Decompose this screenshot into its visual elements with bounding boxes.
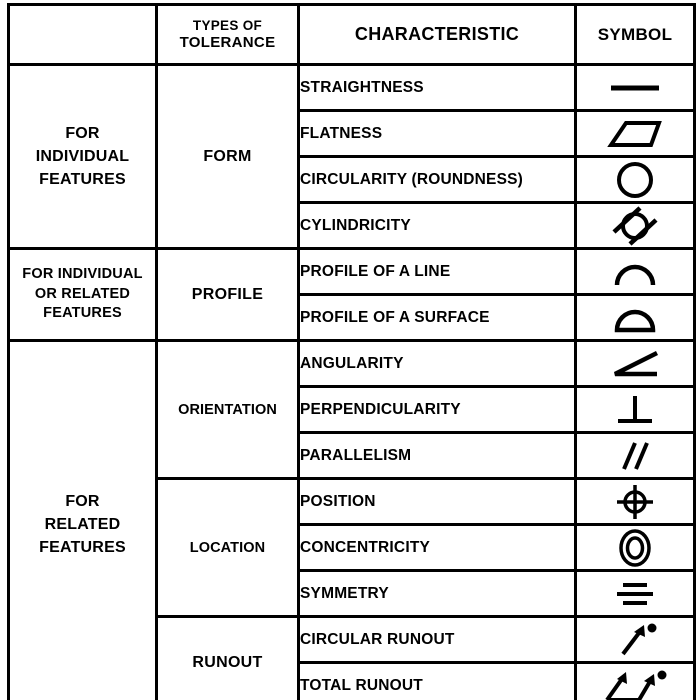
characteristic-cell-perpendicularity: PERPENDICULARITY [297, 385, 577, 434]
characteristic-cell-position: POSITION [297, 477, 577, 526]
profile-of-a-surface-symbol [614, 309, 656, 332]
symbol-cell-total-runout [574, 661, 696, 700]
category-line: INDIVIDUAL [35, 147, 130, 165]
symbol-cell-cylindricity [574, 201, 696, 250]
characteristic-cell-cylindricity: CYLINDRICITY [297, 201, 577, 250]
header-cell-category [7, 3, 158, 66]
header-cell-types-of-tolerance: TYPES OF TOLERANCE [155, 3, 300, 66]
characteristic-cell-profile-of-a-surface: PROFILE OF A SURFACE [297, 293, 577, 342]
characteristic-cell-concentricity: CONCENTRICITY [297, 523, 577, 572]
category-line: FEATURES [43, 305, 122, 322]
table-row: FOR INDIVIDUAL FEATURES FORM STRAIGHTNES… [7, 63, 696, 250]
tolerance-type-cell-form: FORM [155, 63, 300, 250]
characteristic-cell-circular-runout: CIRCULAR RUNOUT [297, 615, 577, 664]
symbol-cell-position [574, 477, 696, 526]
category-line: FOR [65, 492, 100, 510]
symbol-cell-flatness [574, 109, 696, 158]
category-line: FOR [65, 124, 100, 142]
category-line: FEATURES [39, 539, 126, 557]
straightness-symbol [611, 85, 659, 90]
symbol-cell-circularity [574, 155, 696, 204]
symbol-cell-parallelism [574, 431, 696, 480]
header-types-line1: TYPES OF [192, 18, 263, 34]
perpendicularity-symbol [618, 395, 652, 423]
concentricity-symbol [619, 528, 651, 567]
symbol-cell-symmetry [574, 569, 696, 618]
characteristic-cell-circularity: CIRCULARITY (ROUNDNESS) [297, 155, 577, 204]
symbol-cell-profile-of-a-surface [574, 293, 696, 342]
circular-runout-symbol [621, 623, 657, 655]
table-header-row: TYPES OF TOLERANCE CHARACTERISTIC SYMBOL [7, 3, 696, 66]
gdt-symbols-table: TYPES OF TOLERANCE CHARACTERISTIC SYMBOL… [7, 3, 696, 700]
category-cell-for-individual-features: FOR INDIVIDUAL FEATURES [7, 63, 158, 250]
characteristic-cell-flatness: FLATNESS [297, 109, 577, 158]
header-types-line2: TOLERANCE [179, 33, 276, 51]
category-line: FOR INDIVIDUAL [22, 266, 143, 283]
tolerance-type-cell-location: LOCATION [155, 477, 300, 618]
table-row: FOR INDIVIDUAL OR RELATED FEATURES PROFI… [7, 247, 696, 342]
category-line: OR RELATED [34, 285, 131, 302]
tolerance-type-cell-profile: PROFILE [155, 247, 300, 342]
characteristic-cell-symmetry: SYMMETRY [297, 569, 577, 618]
symbol-cell-concentricity [574, 523, 696, 572]
tolerance-type-cell-orientation: ORIENTATION [155, 339, 300, 480]
characteristic-cell-profile-of-a-line: PROFILE OF A LINE [297, 247, 577, 296]
symmetry-symbol [617, 582, 653, 605]
position-symbol [617, 484, 653, 519]
angularity-symbol [613, 350, 659, 376]
parallelism-symbol [622, 441, 649, 470]
total-runout-symbol [605, 670, 667, 700]
characteristic-cell-straightness: STRAIGHTNESS [297, 63, 577, 112]
characteristic-cell-parallelism: PARALLELISM [297, 431, 577, 480]
symbol-cell-perpendicularity [574, 385, 696, 434]
category-line: FEATURES [39, 171, 126, 189]
category-cell-for-related-features: FOR RELATED FEATURES [7, 339, 158, 700]
symbol-cell-angularity [574, 339, 696, 388]
flatness-symbol [607, 120, 662, 147]
characteristic-cell-angularity: ANGULARITY [297, 339, 577, 388]
symbol-cell-profile-of-a-line [574, 247, 696, 296]
symbol-cell-straightness [574, 63, 696, 112]
profile-of-a-line-symbol [614, 264, 656, 285]
gdt-symbols-table-page: TYPES OF TOLERANCE CHARACTERISTIC SYMBOL… [0, 0, 700, 700]
circularity-symbol [617, 161, 653, 198]
characteristic-cell-total-runout: TOTAL RUNOUT [297, 661, 577, 700]
cylindricity-symbol [612, 205, 658, 246]
table-row: FOR RELATED FEATURES ORIENTATION ANGULAR… [7, 339, 696, 700]
category-cell-for-individual-or-related-features: FOR INDIVIDUAL OR RELATED FEATURES [7, 247, 158, 342]
tolerance-type-cell-runout: RUNOUT [155, 615, 300, 700]
header-cell-characteristic: CHARACTERISTIC [297, 3, 577, 66]
category-line: RELATED [44, 515, 121, 533]
symbol-cell-circular-runout [574, 615, 696, 664]
header-cell-symbol: SYMBOL [574, 3, 696, 66]
